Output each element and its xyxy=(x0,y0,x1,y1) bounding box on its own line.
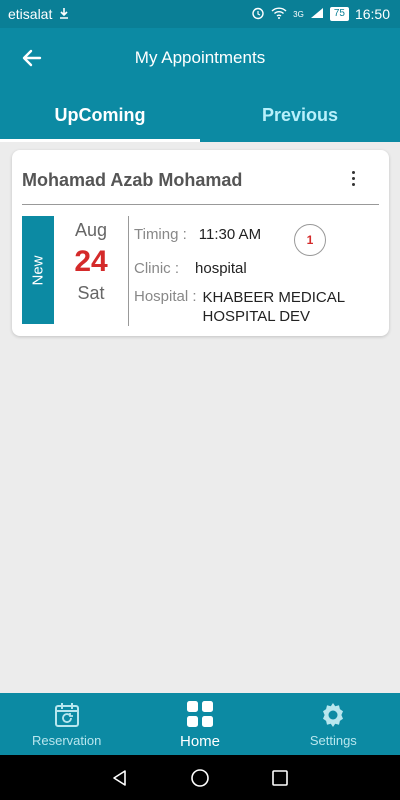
status-badge: New xyxy=(22,216,54,324)
date-weekday: Sat xyxy=(77,283,105,303)
gear-icon xyxy=(323,702,344,727)
calendar-refresh-icon xyxy=(54,702,79,727)
tab-bar: UpComing Previous xyxy=(0,88,400,142)
timing-label: Timing : xyxy=(134,226,187,243)
nav-reservation-label: Reservation xyxy=(31,732,102,748)
signal-icon: 3G xyxy=(293,9,304,19)
nav-settings[interactable]: Settings xyxy=(267,693,400,755)
system-back-button[interactable] xyxy=(108,766,132,790)
clinic-label: Clinic : xyxy=(134,260,180,277)
timing-value: 11:30 AM xyxy=(198,226,262,243)
status-badge-label: New xyxy=(29,254,47,286)
toolbar: My Appointments xyxy=(0,28,400,88)
system-recents-button[interactable] xyxy=(268,766,292,790)
appointment-date: Aug 24 Sat xyxy=(60,220,122,304)
nav-reservation[interactable]: Reservation xyxy=(0,693,133,755)
square-recents-icon xyxy=(272,769,288,786)
hospital-row: Hospital : KHABEER MEDICAL HOSPITAL DEV xyxy=(134,288,353,326)
grid-icon xyxy=(186,700,213,727)
clinic-value: hospital xyxy=(195,260,247,277)
wifi-icon xyxy=(271,6,287,22)
app-header: My Appointments UpComing Previous xyxy=(0,28,400,142)
more-options-icon[interactable] xyxy=(345,164,361,192)
nav-home[interactable]: Home xyxy=(133,693,266,755)
signal-bars-icon xyxy=(310,6,324,22)
appointment-card[interactable]: Mohamad Azab Mohamad New Aug 24 Sat Timi… xyxy=(12,150,389,336)
hospital-value: KHABEER MEDICAL HOSPITAL DEV xyxy=(202,289,345,325)
status-left: etisalat xyxy=(8,6,70,22)
nav-settings-label: Settings xyxy=(309,732,357,748)
carrier-name: etisalat xyxy=(8,6,53,22)
timing-row: Timing : 11:30 AM 1 xyxy=(134,224,326,256)
page-title: My Appointments xyxy=(134,48,266,67)
circle-home-icon xyxy=(191,768,209,787)
queue-number-badge: 1 xyxy=(294,224,326,256)
system-home-button[interactable] xyxy=(188,766,212,790)
download-icon xyxy=(58,6,70,22)
date-divider xyxy=(128,216,129,326)
date-month: Aug xyxy=(74,220,108,240)
status-right: 3G 75 16:50 xyxy=(251,6,390,23)
nav-home-label: Home xyxy=(179,732,220,750)
clinic-row: Clinic : hospital xyxy=(134,260,247,277)
bottom-nav: Reservation Home Settings xyxy=(0,693,400,755)
system-nav-bar xyxy=(0,755,400,800)
date-day: 24 xyxy=(74,245,108,278)
patient-name: Mohamad Azab Mohamad xyxy=(22,170,243,190)
battery-indicator: 75 xyxy=(329,7,349,21)
triangle-back-icon xyxy=(113,769,126,786)
card-divider xyxy=(22,204,379,205)
tab-previous[interactable]: Previous xyxy=(200,88,400,142)
alarm-icon xyxy=(251,6,265,23)
arrow-left-icon xyxy=(22,49,42,67)
back-button[interactable] xyxy=(18,44,46,72)
hospital-label: Hospital : xyxy=(134,288,197,305)
clock: 16:50 xyxy=(354,6,390,22)
status-bar: etisalat 3G 75 16:50 xyxy=(0,0,400,28)
tab-upcoming[interactable]: UpComing xyxy=(0,88,200,142)
